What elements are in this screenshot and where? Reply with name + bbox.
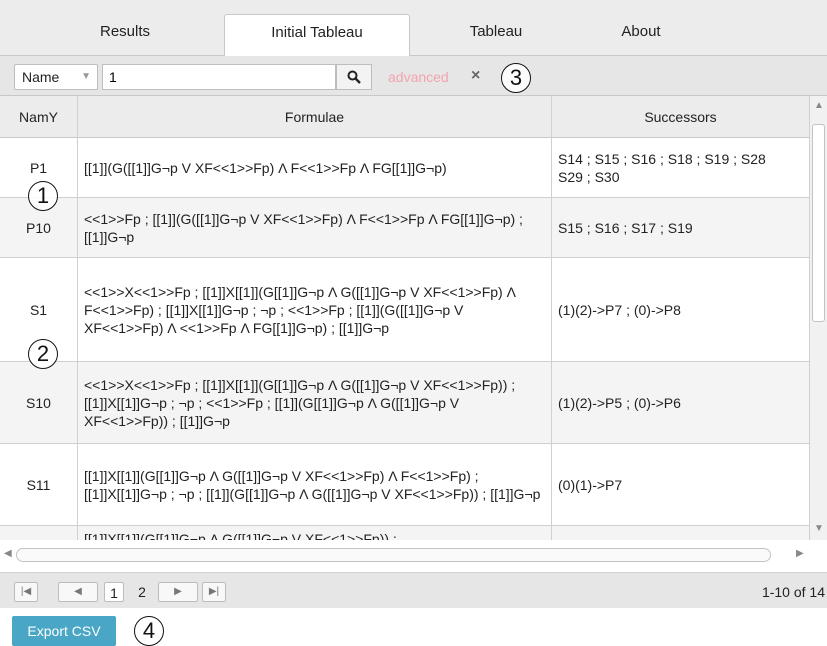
first-page-icon[interactable]: |◀ — [14, 582, 38, 602]
row-name: S11 — [0, 444, 78, 525]
table-row[interactable]: S10 <<1>>X<<1>>Fp ; [[1]]X[[1]](G[[1]]G¬… — [0, 362, 810, 444]
export-csv-button[interactable]: Export CSV — [12, 616, 116, 646]
table-row[interactable]: S1 <<1>>X<<1>>Fp ; [[1]]X[[1]](G[[1]]G¬p… — [0, 258, 810, 362]
table-row[interactable]: P10 <<1>>Fp ; [[1]](G([[1]]G¬p V XF<<1>>… — [0, 198, 810, 258]
annotation-marker-1: 1 — [28, 181, 58, 211]
vertical-scrollbar[interactable]: ▲ ▼ — [810, 96, 827, 540]
tab-tableau[interactable]: Tableau — [412, 14, 580, 56]
row-successors: (0)(1)->P7 — [552, 444, 810, 525]
search-button[interactable] — [336, 64, 372, 90]
column-header-formulae[interactable]: Formulae — [78, 96, 552, 138]
search-input[interactable] — [102, 64, 336, 90]
field-select[interactable]: Name ▼ — [14, 64, 98, 90]
scroll-up-icon[interactable]: ▲ — [814, 100, 824, 111]
row-formula: <<1>>X<<1>>Fp ; [[1]]X[[1]](G[[1]]G¬p Λ … — [78, 362, 552, 443]
horizontal-scrollbar[interactable]: ◀ ▶ — [0, 540, 827, 570]
row-successors: (1)(2)->P5 ; (0)->P6 — [552, 362, 810, 443]
results-table: NamY Formulae Successors P1 [[1]](G([[1]… — [0, 96, 810, 540]
row-name — [0, 526, 78, 540]
annotation-marker-3: 3 — [501, 63, 531, 93]
scroll-right-icon[interactable]: ▶ — [796, 548, 804, 559]
tab-bar: Results Initial Tableau Tableau About — [0, 0, 827, 57]
tab-about[interactable]: About — [582, 14, 700, 56]
table-row[interactable]: P1 [[1]](G([[1]]G¬p V XF<<1>>Fp) Λ F<<1>… — [0, 138, 810, 198]
page-2-button[interactable]: 2 — [132, 582, 152, 602]
filter-bar: Name ▼ advanced × — [0, 56, 827, 96]
row-formula: <<1>>Fp ; [[1]](G([[1]]G¬p V XF<<1>>Fp) … — [78, 198, 552, 257]
row-formula: <<1>>X<<1>>Fp ; [[1]]X[[1]](G[[1]]G¬p Λ … — [78, 258, 552, 361]
clear-filter-icon[interactable]: × — [471, 67, 480, 85]
scroll-down-icon[interactable]: ▼ — [814, 523, 824, 534]
search-icon — [347, 70, 361, 84]
last-page-icon[interactable]: ▶| — [202, 582, 226, 602]
row-successors — [552, 526, 810, 540]
column-header-name[interactable]: NamY — [0, 96, 78, 138]
next-page-icon[interactable]: ▶ — [158, 582, 198, 602]
pagination-bar: |◀ ◀ 1 2 ▶ ▶| 1-10 of 14 — [0, 572, 827, 608]
scroll-left-icon[interactable]: ◀ — [4, 548, 12, 559]
chevron-down-icon: ▼ — [81, 71, 91, 82]
prev-page-icon[interactable]: ◀ — [58, 582, 98, 602]
table-row[interactable]: S11 [[1]]X[[1]](G[[1]]G¬p Λ G([[1]]G¬p V… — [0, 444, 810, 526]
page-info: 1-10 of 14 — [761, 584, 825, 600]
vertical-scroll-thumb[interactable] — [812, 124, 825, 322]
row-successors: S14 ; S15 ; S16 ; S18 ; S19 ; S28 S29 ; … — [552, 138, 810, 197]
annotation-marker-2: 2 — [28, 339, 58, 369]
page-1-button[interactable]: 1 — [104, 582, 124, 602]
annotation-marker-4: 4 — [134, 616, 164, 646]
table-row[interactable]: [[1]]X[[1]](G[[1]]G¬p Λ G([[1]]G¬p V XF<… — [0, 526, 810, 540]
horizontal-scroll-thumb[interactable] — [16, 548, 771, 562]
column-header-successors[interactable]: Successors — [552, 96, 810, 138]
row-formula: [[1]]X[[1]](G[[1]]G¬p Λ G([[1]]G¬p V XF<… — [78, 526, 552, 540]
row-formula: [[1]]X[[1]](G[[1]]G¬p Λ G([[1]]G¬p V XF<… — [78, 444, 552, 525]
row-formula: [[1]](G([[1]]G¬p V XF<<1>>Fp) Λ F<<1>>Fp… — [78, 138, 552, 197]
field-select-value: Name — [22, 69, 60, 85]
advanced-link[interactable]: advanced — [388, 69, 449, 85]
row-successors: (1)(2)->P7 ; (0)->P8 — [552, 258, 810, 361]
tab-results[interactable]: Results — [36, 14, 214, 56]
row-successors: S15 ; S16 ; S17 ; S19 — [552, 198, 810, 257]
tab-initial-tableau[interactable]: Initial Tableau — [224, 14, 410, 57]
table-header: NamY Formulae Successors — [0, 96, 810, 138]
row-name: S10 — [0, 362, 78, 443]
